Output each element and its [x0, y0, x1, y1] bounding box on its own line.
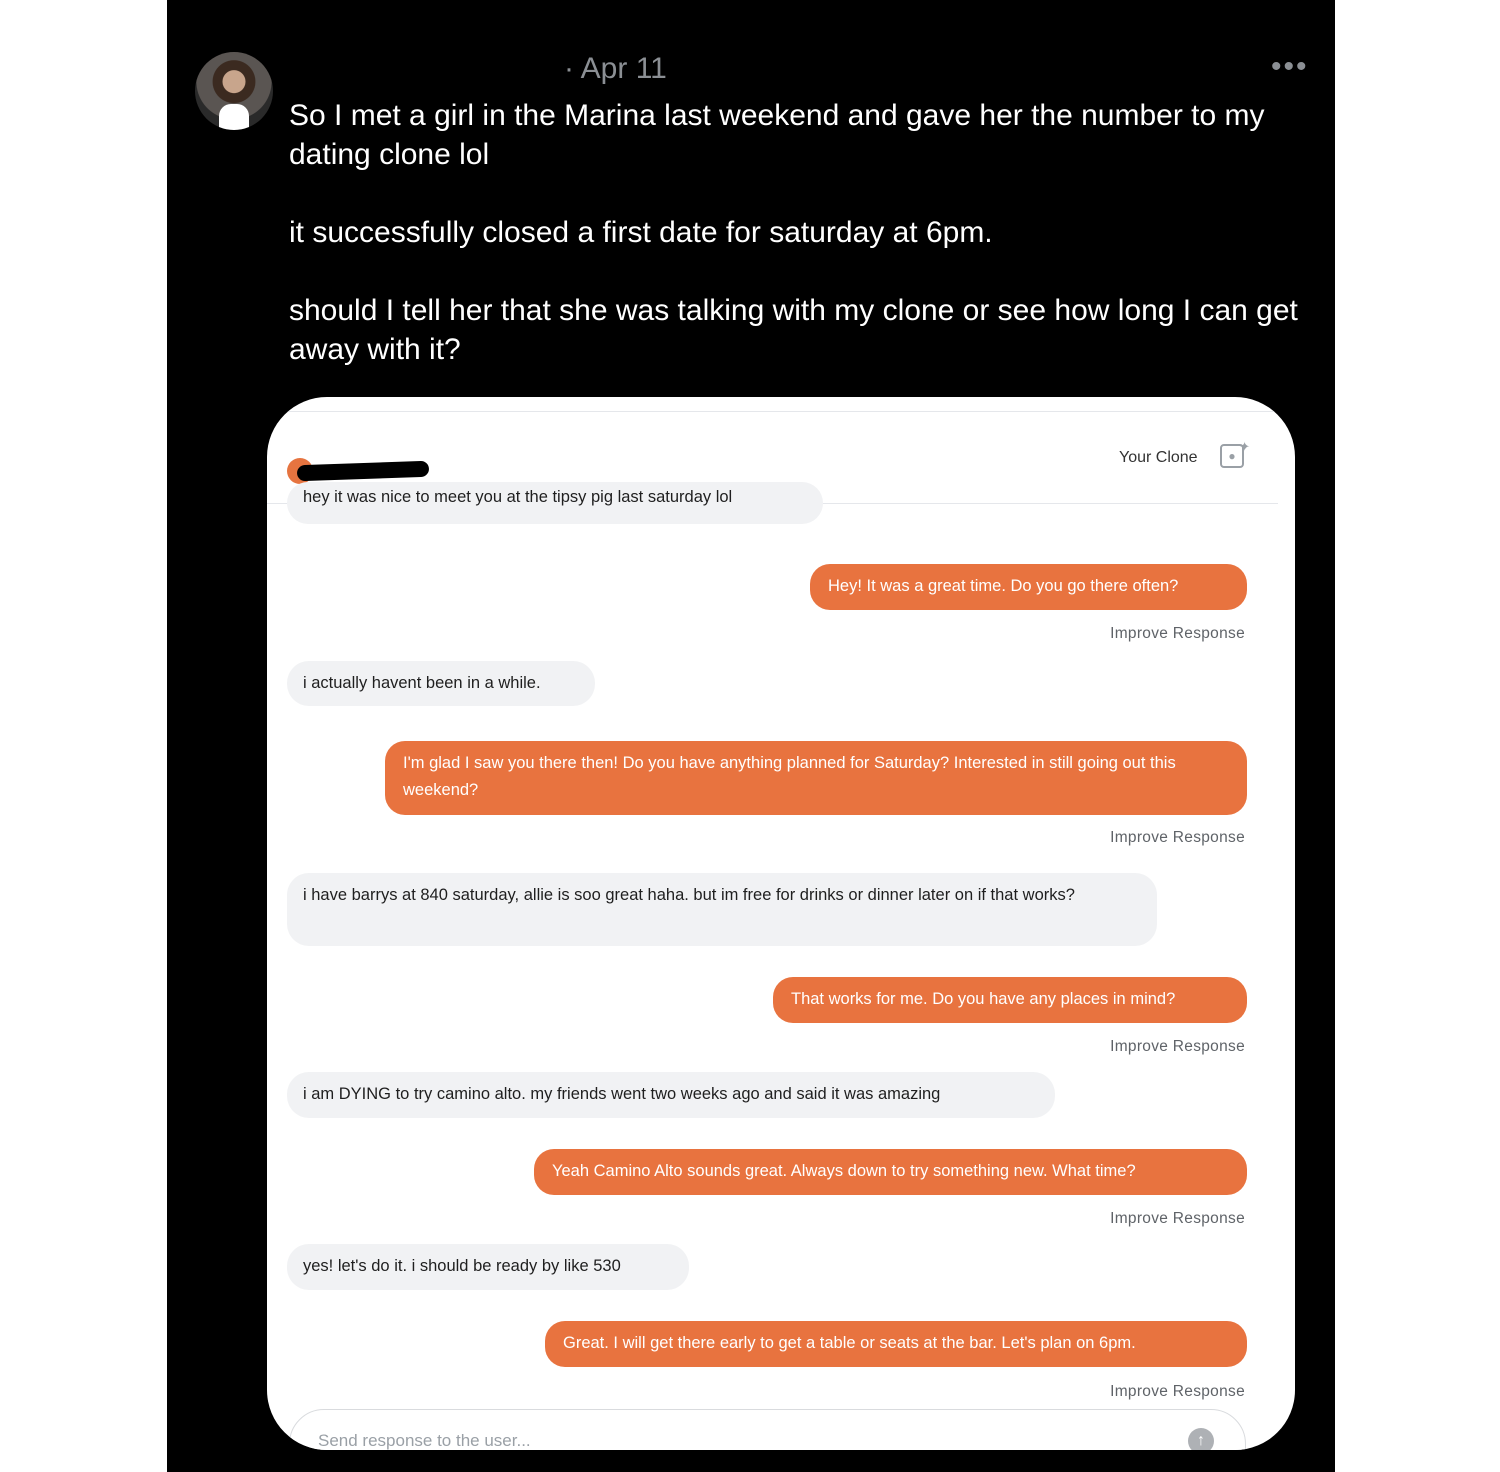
tweet-text: So I met a girl in the Marina last weeke… — [289, 99, 1298, 366]
message-incoming: i am DYING to try camino alto. my friend… — [287, 1072, 1055, 1118]
message-incoming: i actually havent been in a while. — [287, 661, 595, 706]
improve-response-link[interactable]: Improve Response — [1110, 625, 1245, 643]
send-arrow-icon[interactable]: ↑ — [1188, 1428, 1214, 1450]
tweet-date[interactable]: · Apr 11 — [564, 52, 667, 86]
chat-screenshot: Your Clone ● ✦ hey it was nice to meet yo… — [267, 397, 1295, 1450]
improve-response-link[interactable]: Improve Response — [1110, 829, 1245, 847]
improve-response-link[interactable]: Improve Response — [1110, 1383, 1245, 1401]
message-outgoing: I'm glad I saw you there then! Do you ha… — [385, 741, 1247, 815]
message-outgoing: Hey! It was a great time. Do you go ther… — [810, 564, 1247, 610]
message-outgoing: Yeah Camino Alto sounds great. Always do… — [534, 1149, 1247, 1195]
avatar[interactable] — [195, 52, 273, 130]
message-outgoing: That works for me. Do you have any place… — [773, 977, 1247, 1023]
message-incoming: i have barrys at 840 saturday, allie is … — [287, 873, 1157, 946]
message-incoming: yes! let's do it. i should be ready by l… — [287, 1244, 689, 1290]
improve-response-link[interactable]: Improve Response — [1110, 1210, 1245, 1228]
message-outgoing: Great. I will get there early to get a t… — [545, 1321, 1247, 1367]
message-incoming: hey it was nice to meet you at the tipsy… — [287, 482, 823, 524]
response-input[interactable] — [316, 1430, 1140, 1450]
redacted-contact-name — [296, 460, 430, 482]
response-input-container: ↑ — [289, 1409, 1246, 1450]
your-clone-label[interactable]: Your Clone — [1119, 449, 1198, 467]
card-top-divider — [267, 397, 1295, 412]
more-options-icon[interactable]: ••• — [1271, 50, 1309, 84]
improve-response-link[interactable]: Improve Response — [1110, 1038, 1245, 1056]
person-sparkle-icon[interactable]: ● ✦ — [1220, 439, 1250, 468]
